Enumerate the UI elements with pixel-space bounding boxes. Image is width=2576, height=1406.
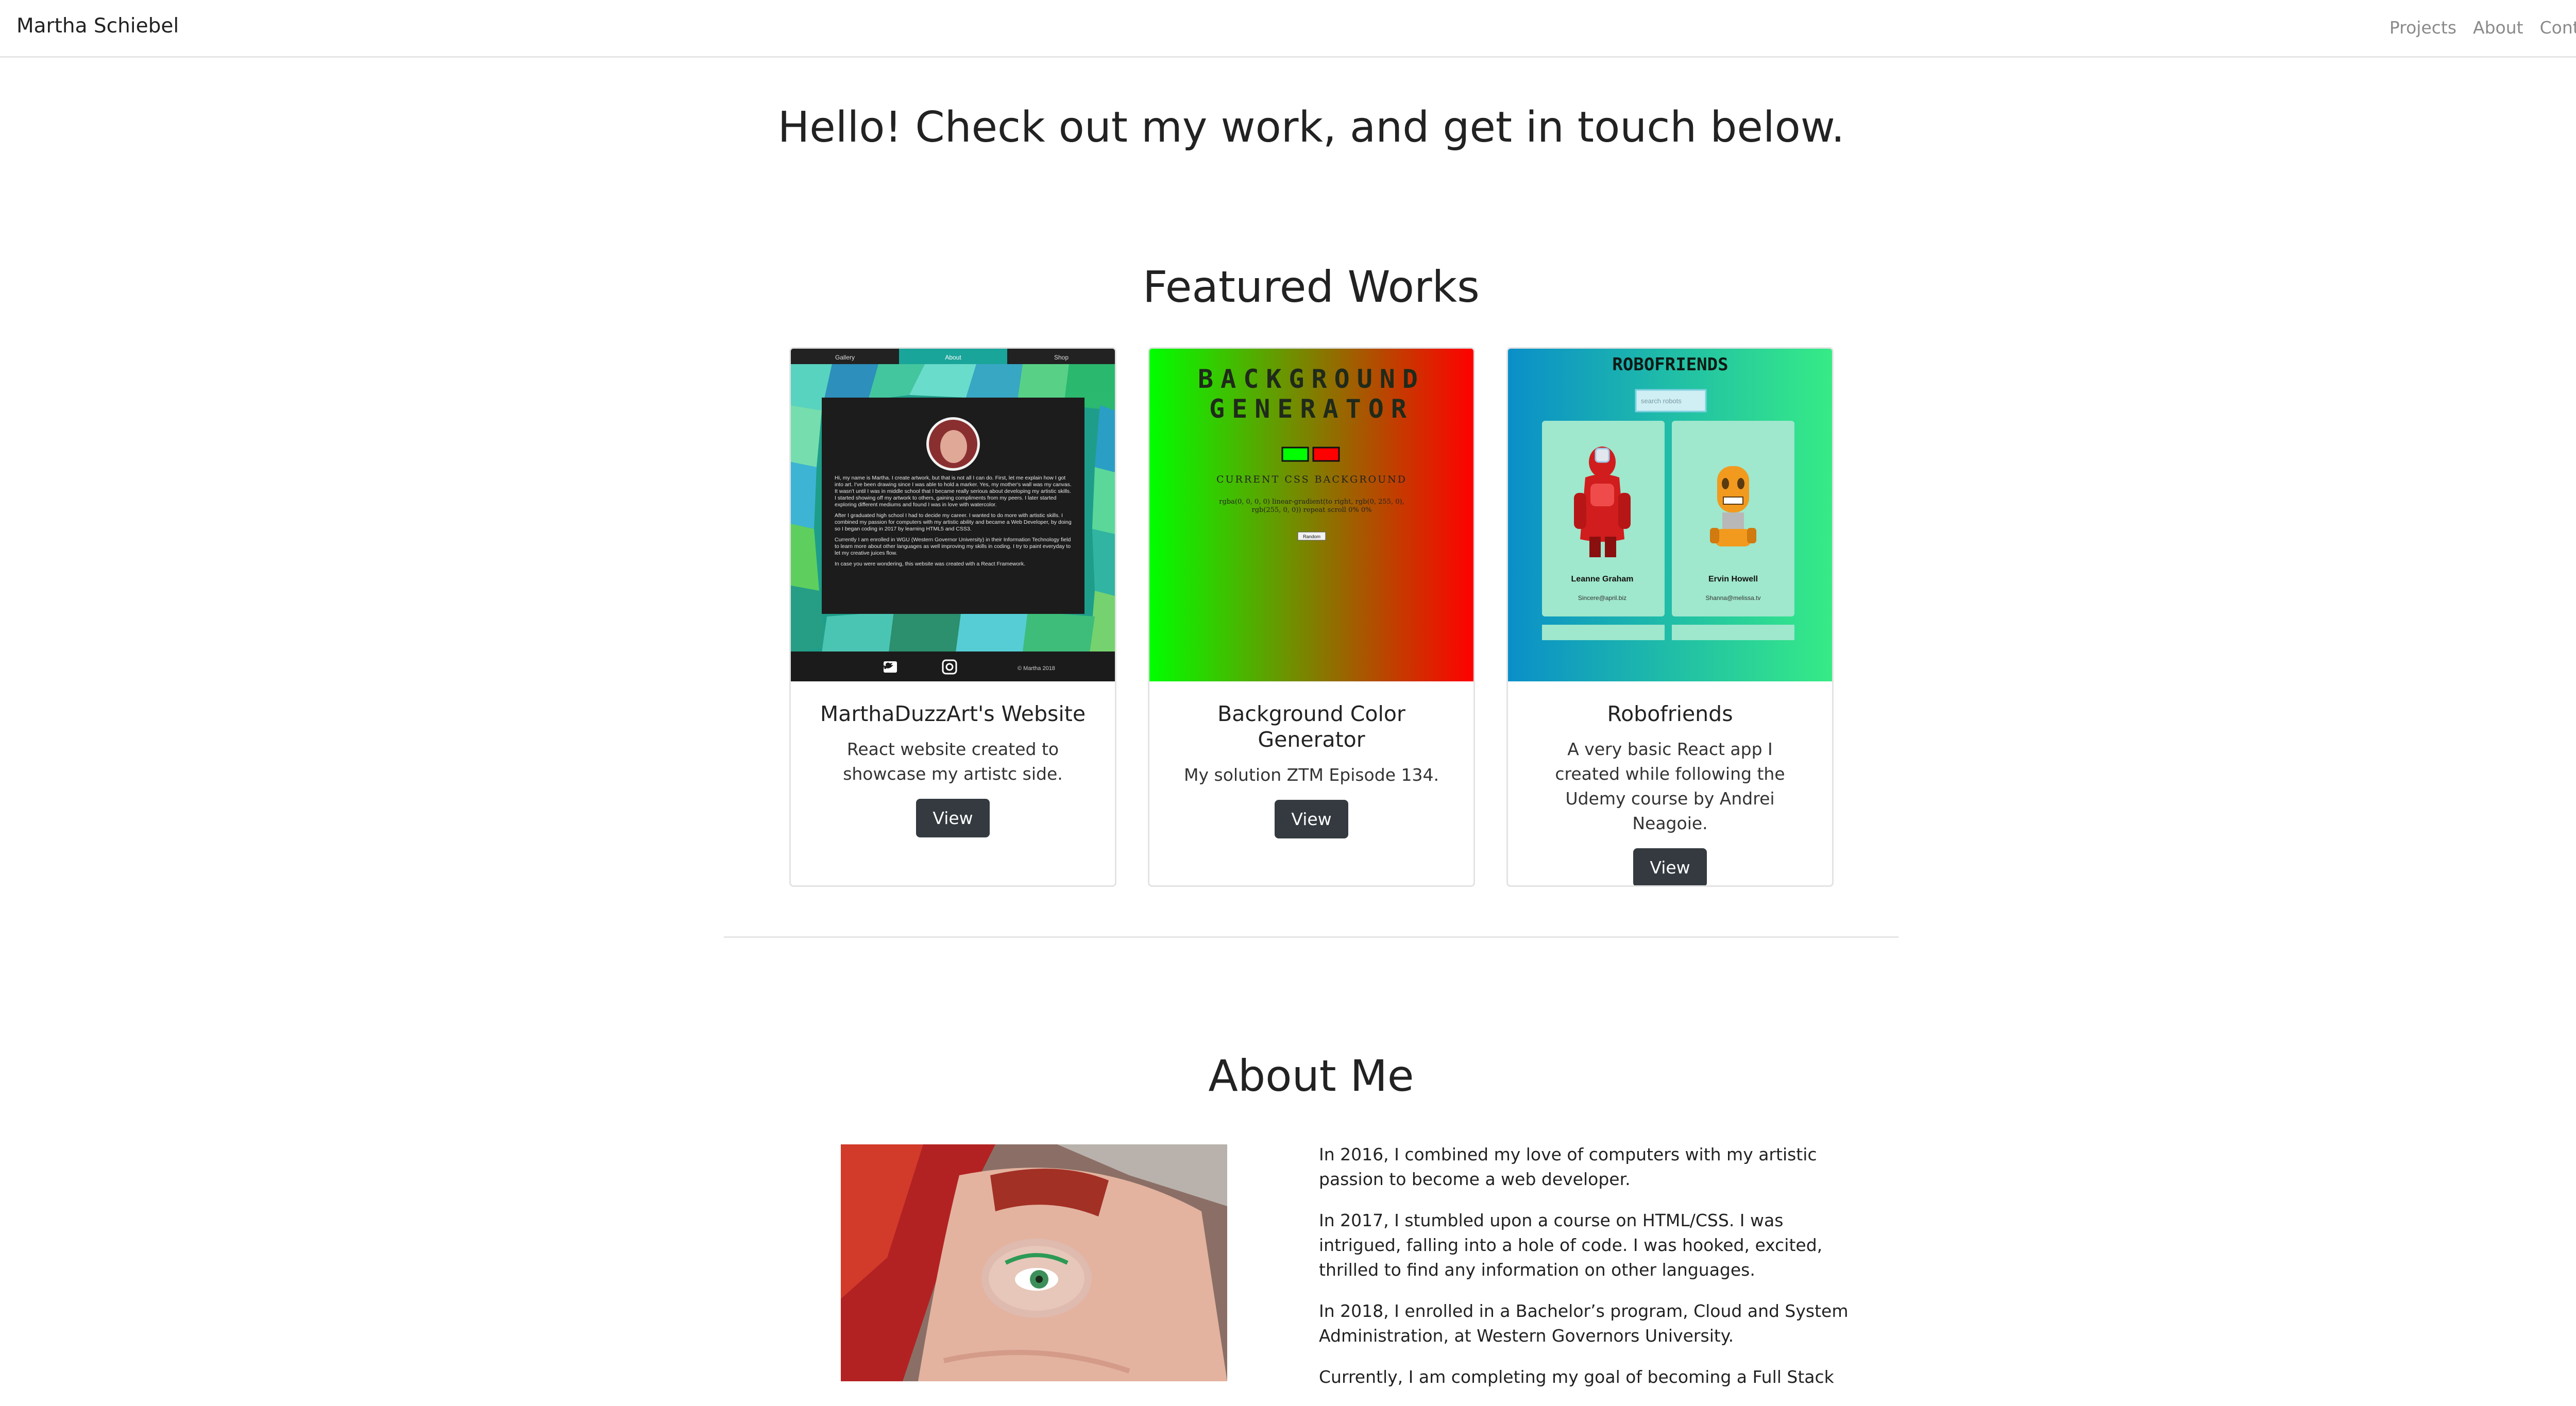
card-text: My solution ZTM Episode 134.	[1184, 765, 1439, 785]
project-screenshot[interactable]: BACKGROUND GENERATOR CURRENT CSS BACKGRO…	[1149, 349, 1473, 681]
card-text: A very basic React app I created while f…	[1555, 739, 1785, 833]
card-body: MarthaDuzzArt's Website React website cr…	[791, 689, 1115, 837]
nav-link-contact[interactable]: Contact	[2540, 18, 2576, 38]
view-button[interactable]: View	[1275, 800, 1348, 838]
nav-link-projects[interactable]: Projects	[2389, 18, 2456, 38]
project-card-robofriends: ROBOFRIENDS search robots Leanne Graham …	[1506, 347, 1834, 887]
card-body: Background Color Generator My solution Z…	[1149, 689, 1473, 838]
card-body: Robofriends A very basic React app I cre…	[1508, 689, 1832, 885]
screenshot-tab-about: About	[945, 354, 961, 361]
about-paragraph: In 2017, I stumbled upon a course on HTM…	[1319, 1210, 1823, 1280]
section-divider	[724, 936, 1899, 938]
project-screenshot[interactable]: Gallery About Shop Hi, my name is Martha…	[791, 349, 1115, 681]
project-screenshot[interactable]: ROBOFRIENDS search robots Leanne Graham …	[1508, 349, 1832, 681]
card-text: React website created to showcase my art…	[843, 739, 1063, 784]
screenshot-tab-shop: Shop	[1054, 354, 1069, 361]
card-title: Robofriends	[1607, 701, 1733, 726]
view-button[interactable]: View	[916, 799, 990, 837]
robot-email: Sincere@april.biz	[1578, 594, 1626, 602]
project-card-background-generator: BACKGROUND GENERATOR CURRENT CSS BACKGRO…	[1148, 347, 1475, 887]
screenshot-footer: © Martha 2018	[1018, 665, 1055, 672]
color-input-2	[1312, 447, 1340, 462]
screenshot-heading: ROBOFRIENDS	[1612, 354, 1728, 375]
robot-name: Ervin Howell	[1708, 575, 1758, 584]
nav-links: Projects About Contact	[2389, 18, 2576, 38]
screenshot-paragraph: After I graduated high school I had to d…	[835, 512, 1072, 532]
screenshot-css-text: rgba(0, 0, 0, 0) linear-gradient(to righ…	[1219, 498, 1404, 514]
screenshot-paragraph: In case you were wondering, this website…	[835, 561, 1025, 567]
featured-title: Featured Works	[1143, 262, 1480, 312]
profile-photo	[841, 1144, 1227, 1381]
view-button[interactable]: View	[1633, 848, 1707, 885]
card-title: Background Color Generator	[1217, 701, 1405, 752]
brand-link[interactable]: Martha Schiebel	[16, 14, 179, 38]
color-input-1	[1281, 447, 1309, 462]
about-text: In 2016, I combined my love of computers…	[1319, 1142, 1860, 1406]
about-paragraph: In 2018, I enrolled in a Bachelor’s prog…	[1319, 1301, 1849, 1346]
screenshot-search-placeholder: search robots	[1641, 397, 1682, 405]
screenshot-tab-gallery: Gallery	[835, 354, 855, 361]
project-card-marthaduzzart: Gallery About Shop Hi, my name is Martha…	[789, 347, 1116, 887]
navbar: Martha Schiebel Projects About Contact	[0, 0, 2576, 58]
about-paragraph: Currently, I am completing my goal of be…	[1319, 1367, 1834, 1387]
about-paragraph: In 2016, I combined my love of computers…	[1319, 1144, 1817, 1189]
card-title: MarthaDuzzArt's Website	[820, 701, 1086, 726]
screenshot-paragraph: Currently I am enrolled in WGU (Western …	[835, 537, 1071, 556]
robot-email: Shanna@melissa.tv	[1706, 594, 1761, 602]
robot-name: Leanne Graham	[1571, 575, 1634, 584]
hero-title: Hello! Check out my work, and get in tou…	[777, 103, 1845, 152]
screenshot-heading: BACKGROUND GENERATOR	[1197, 364, 1426, 424]
screenshot-random-button: Random	[1303, 534, 1320, 539]
about-title: About Me	[1208, 1051, 1414, 1101]
screenshot-paragraph: Hi, my name is Martha. I create artwork,…	[835, 475, 1072, 508]
screenshot-subheading: CURRENT CSS BACKGROUND	[1216, 474, 1407, 485]
nav-link-about[interactable]: About	[2473, 18, 2523, 38]
